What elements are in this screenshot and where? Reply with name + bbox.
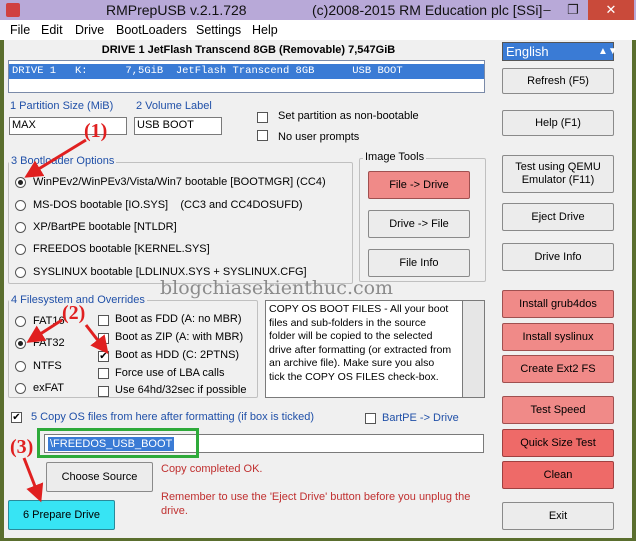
arrow-2b [84,324,109,355]
arrow-1 [24,138,87,178]
arrow-3 [22,457,44,503]
annotation-arrows [22,138,109,503]
arrow-2a [26,318,63,343]
